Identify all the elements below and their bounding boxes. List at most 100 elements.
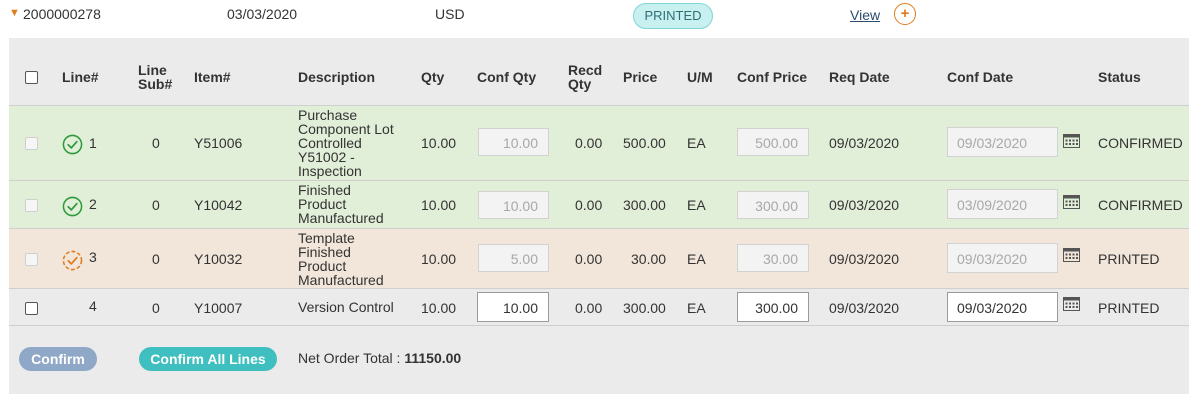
req-date: 09/03/2020 — [829, 197, 900, 213]
conf-qty-input: 10.00 — [478, 128, 549, 156]
order-currency: USD — [435, 6, 465, 22]
net-total-label: Net Order Total : — [298, 350, 401, 366]
check-circle-icon — [62, 134, 83, 155]
price: 300.00 — [623, 197, 666, 213]
line-number: 1 — [89, 135, 97, 151]
table-row: 3 0 Y10032 Template Finished Product Man… — [9, 229, 1189, 289]
conf-price-input: 300.00 — [737, 191, 809, 219]
recd-qty: 0.00 — [575, 300, 603, 316]
table-row: 2 0 Y10042 Finished Product Manufactured… — [9, 181, 1189, 229]
description-line: Controlled — [298, 135, 362, 151]
line-sub: 0 — [152, 251, 160, 267]
confirm-button[interactable]: Confirm — [19, 347, 97, 371]
collapse-caret-icon[interactable]: ▼ — [9, 7, 20, 19]
order-header-row: ▼ 2000000278 03/03/2020 USD PRINTED View… — [0, 0, 1202, 36]
unit-of-measure: EA — [687, 135, 706, 151]
line-status: PRINTED — [1098, 251, 1160, 267]
row-checkbox — [25, 253, 38, 266]
header-recd-qty-1: Recd — [568, 62, 603, 78]
order-number: 2000000278 — [23, 6, 101, 22]
calendar-icon — [1063, 195, 1080, 209]
item-number: Y10032 — [194, 251, 243, 267]
price: 30.00 — [631, 251, 667, 267]
recd-qty: 0.00 — [575, 135, 603, 151]
line-sub: 0 — [152, 300, 160, 316]
line-number: 2 — [89, 196, 97, 212]
unit-of-measure: EA — [687, 251, 706, 267]
qty: 10.00 — [421, 251, 457, 267]
description-line: Finished — [298, 182, 351, 198]
recd-qty: 0.00 — [575, 251, 603, 267]
req-date: 09/03/2020 — [829, 300, 900, 316]
check-circle-icon — [62, 196, 83, 217]
calendar-icon — [1063, 248, 1080, 262]
conf-date-input[interactable]: 09/03/2020 — [947, 292, 1058, 322]
conf-price-input: 500.00 — [737, 128, 809, 156]
conf-date-input: 03/09/2020 — [947, 189, 1058, 219]
item-number: Y51006 — [194, 135, 243, 151]
line-sub: 0 — [152, 135, 160, 151]
order-date: 03/03/2020 — [227, 6, 298, 22]
unit-of-measure: EA — [687, 197, 706, 213]
select-all-checkbox[interactable] — [25, 71, 38, 84]
calendar-icon[interactable] — [1063, 296, 1080, 311]
qty: 10.00 — [421, 300, 457, 316]
header-description: Description — [298, 69, 376, 85]
price: 500.00 — [623, 135, 666, 151]
header-conf-price: Conf Price — [737, 69, 808, 85]
view-link[interactable]: View — [850, 7, 880, 23]
row-checkbox — [25, 137, 38, 150]
item-number: Y10007 — [194, 300, 243, 316]
plus-circle-icon[interactable]: + — [894, 3, 916, 25]
description-line: Y51002 - — [298, 149, 355, 165]
table-row: 1 0 Y51006 Purchase Component Lot Contro… — [9, 106, 1189, 181]
confirm-all-lines-button[interactable]: Confirm All Lines — [139, 347, 277, 371]
net-order-total: Net Order Total : 11150.00 — [298, 350, 461, 366]
line-status: CONFIRMED — [1098, 197, 1183, 213]
item-number: Y10042 — [194, 197, 243, 213]
header-status: Status — [1098, 69, 1141, 85]
recd-qty: 0.00 — [575, 197, 603, 213]
header-conf-date: Conf Date — [947, 69, 1014, 85]
description: Purchase Component Lot Controlled Y51002… — [298, 108, 394, 178]
price: 300.00 — [623, 300, 666, 316]
description-line: Finished — [298, 244, 351, 260]
header-line: Line# — [62, 69, 99, 85]
line-number: 3 — [89, 249, 97, 265]
header-price: Price — [623, 69, 658, 85]
conf-price-input[interactable]: 300.00 — [737, 292, 809, 322]
conf-date-input: 09/03/2020 — [947, 127, 1058, 157]
req-date: 09/03/2020 — [829, 251, 900, 267]
calendar-icon — [1063, 134, 1080, 148]
qty: 10.00 — [421, 197, 457, 213]
description-line: Version Control — [298, 299, 394, 315]
table-row: 4 0 Y10007 Version Control 10.00 10.00 0… — [9, 289, 1189, 326]
conf-qty-input: 10.00 — [478, 191, 549, 219]
conf-qty-input[interactable]: 10.00 — [477, 292, 549, 322]
qty: 10.00 — [421, 135, 457, 151]
header-item: Item# — [194, 69, 231, 85]
description-line: Component Lot — [298, 121, 394, 137]
line-number: 4 — [89, 298, 97, 314]
line-sub: 0 — [152, 197, 160, 213]
conf-date-input: 09/03/2020 — [947, 243, 1058, 273]
description-line: Product — [298, 196, 347, 212]
description-line: Template — [298, 230, 355, 246]
description: Template Finished Product Manufactured — [298, 231, 384, 287]
partial-check-circle-icon — [62, 250, 83, 271]
order-lines-panel: Line# Line Sub# Item# Description Qty Co… — [9, 38, 1189, 394]
description-line: Manufactured — [298, 210, 384, 226]
row-checkbox — [25, 199, 38, 212]
header-recd-qty-2: Qty — [568, 76, 592, 92]
description: Version Control — [298, 300, 394, 314]
conf-price-input: 30.00 — [737, 244, 809, 272]
description-line: Inspection — [298, 163, 362, 179]
unit-of-measure: EA — [687, 300, 706, 316]
req-date: 09/03/2020 — [829, 135, 900, 151]
header-line-sub-1: Line — [138, 62, 167, 78]
line-status: CONFIRMED — [1098, 135, 1183, 151]
row-checkbox[interactable] — [25, 302, 38, 315]
description: Finished Product Manufactured — [298, 183, 384, 225]
header-conf-qty: Conf Qty — [477, 69, 537, 85]
conf-qty-input: 5.00 — [478, 244, 549, 272]
